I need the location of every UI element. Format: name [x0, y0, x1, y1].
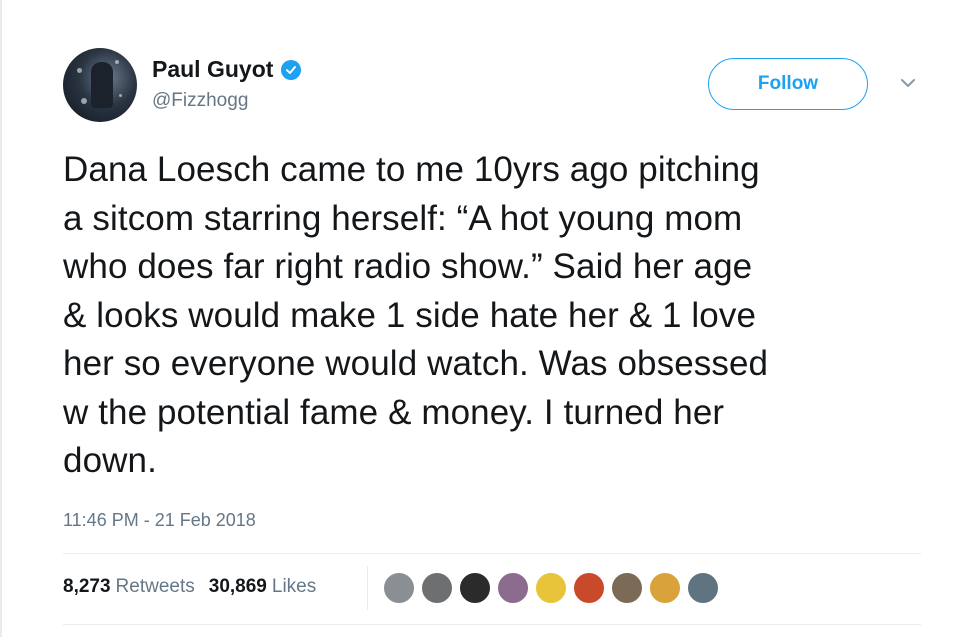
liker-avatar-4[interactable] — [496, 571, 530, 605]
avatar-light — [81, 98, 87, 104]
author-name-row[interactable]: Paul Guyot — [152, 56, 302, 83]
avatar-light — [119, 94, 122, 97]
tweet-timestamp[interactable]: 11:46 PM - 21 Feb 2018 — [63, 510, 256, 531]
author-handle[interactable]: @Fizzhogg — [152, 90, 248, 112]
avatar-light — [77, 68, 82, 73]
retweets-stat[interactable]: 8,273 Retweets — [63, 576, 195, 598]
liker-avatar-9[interactable] — [686, 571, 720, 605]
liker-avatar-8[interactable] — [648, 571, 682, 605]
likes-stat[interactable]: 30,869 Likes — [209, 576, 316, 598]
tweet-text-line: a sitcom starring herself: “A hot young … — [63, 198, 743, 238]
liker-avatar-7[interactable] — [610, 571, 644, 605]
retweets-count: 8,273 — [63, 576, 111, 597]
avatar-figure — [91, 62, 113, 108]
liker-avatars — [382, 571, 720, 605]
tweet-text-line: her so everyone would watch. Was obsesse… — [63, 344, 769, 383]
author-avatar[interactable] — [63, 48, 137, 122]
tweet-text-line: Dana Loesch came to me 10yrs ago pitchin… — [63, 150, 760, 189]
liker-avatar-2[interactable] — [420, 571, 454, 605]
tweet-text-line: & looks would make 1 side hate her & 1 l… — [63, 295, 757, 335]
avatar-light — [115, 60, 119, 64]
liker-avatar-6[interactable] — [572, 571, 606, 605]
liker-avatar-1[interactable] — [382, 571, 416, 605]
stats-separator — [367, 566, 368, 610]
liker-avatar-3[interactable] — [458, 571, 492, 605]
verified-badge-icon — [281, 59, 302, 80]
chevron-down-icon[interactable] — [898, 76, 918, 90]
tweet-text-line: w the potential fame & money. I turned h… — [63, 392, 725, 432]
follow-button[interactable]: Follow — [708, 58, 868, 110]
tweet-stats: 8,273 Retweets 30,869 Likes — [63, 576, 316, 598]
divider — [63, 553, 921, 554]
likes-count: 30,869 — [208, 576, 267, 597]
tweet-text-line: down. — [63, 441, 157, 480]
divider — [63, 624, 921, 625]
liker-avatar-5[interactable] — [534, 571, 568, 605]
left-border — [0, 0, 2, 637]
retweets-label: Retweets — [115, 576, 195, 597]
author-name[interactable]: Paul Guyot — [152, 56, 273, 83]
tweet-text: Dana Loesch came to me 10yrs ago pitchin… — [63, 146, 943, 486]
tweet-text-line: who does far right radio show.” Said her… — [63, 247, 753, 286]
likes-label: Likes — [271, 576, 317, 597]
tweet-card: Paul Guyot @Fizzhogg Follow Dana Loesch … — [0, 0, 980, 637]
